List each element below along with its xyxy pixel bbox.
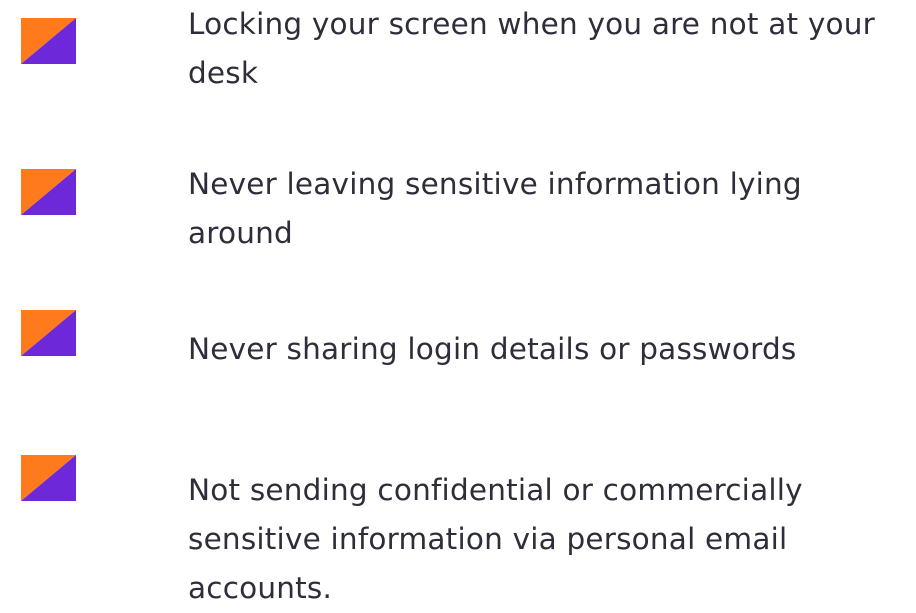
orange-purple-triangle-icon — [21, 18, 76, 64]
orange-purple-triangle-icon — [21, 310, 76, 356]
orange-purple-triangle-icon — [21, 169, 76, 215]
list-item-text: Not sending confidential or commercially… — [188, 473, 803, 605]
list-item-text: Locking your screen when you are not at … — [188, 7, 875, 90]
orange-purple-triangle-icon — [21, 455, 76, 501]
security-tips-list: Locking your screen when you are not at … — [0, 0, 916, 612]
list-item-text: Never leaving sensitive information lyin… — [188, 167, 802, 250]
list-item-text: Never sharing login details or passwords — [188, 332, 797, 366]
